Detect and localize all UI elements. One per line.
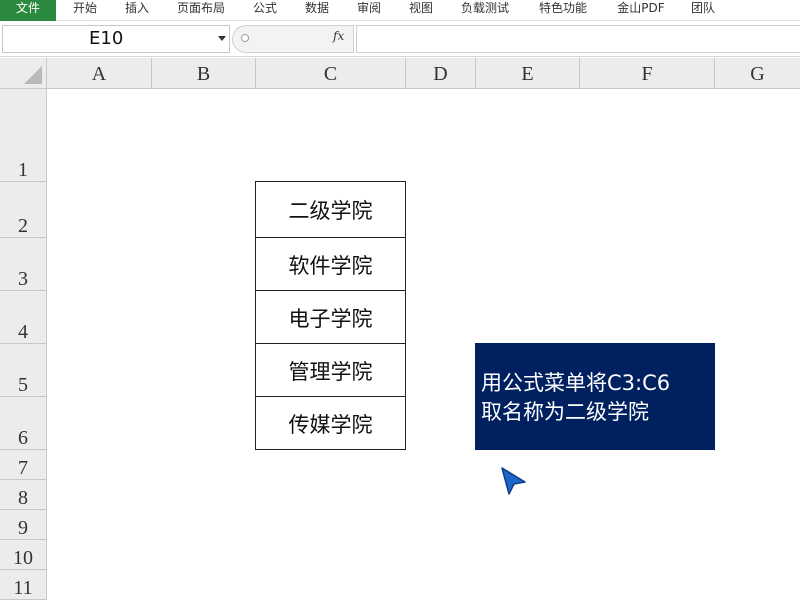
column-header-a[interactable]: A	[47, 58, 152, 89]
tab-special-features[interactable]: 特色功能	[530, 0, 596, 21]
column-header-g[interactable]: G	[715, 58, 800, 89]
row-header-label: 3	[18, 268, 28, 290]
tab-kingsoft-pdf[interactable]: 金山PDF	[608, 0, 674, 21]
name-box-dropdown-icon[interactable]	[218, 36, 226, 41]
row-header-label: 7	[18, 457, 28, 479]
row-header-label: 2	[18, 215, 28, 237]
row-header-5[interactable]: 5	[0, 344, 47, 397]
row-header-11[interactable]: 11	[0, 570, 47, 600]
tab-page-layout[interactable]: 页面布局	[168, 0, 234, 21]
row-header-4[interactable]: 4	[0, 291, 47, 344]
tab-team[interactable]: 团队	[680, 0, 726, 21]
row-header-3[interactable]: 3	[0, 238, 47, 291]
column-header-c[interactable]: C	[256, 58, 406, 89]
instruction-note: 用公式菜单将C3:C6 取名称为二级学院	[475, 343, 715, 450]
tab-view[interactable]: 视图	[398, 0, 444, 21]
formula-bar: E10 fx	[0, 21, 800, 57]
tab-review[interactable]: 审阅	[346, 0, 392, 21]
row-header-label: 1	[18, 159, 28, 181]
ribbon-tab-bar: 文件 开始 插入 页面布局 公式 数据 审阅 视图 负载测试 特色功能 金山PD…	[0, 0, 800, 21]
row-header-10[interactable]: 10	[0, 540, 47, 570]
column-header-e[interactable]: E	[476, 58, 580, 89]
column-header-f[interactable]: F	[580, 58, 715, 89]
row-header-9[interactable]: 9	[0, 510, 47, 540]
row-header-2[interactable]: 2	[0, 182, 47, 238]
row-header-label: 9	[18, 517, 28, 539]
column-header-d[interactable]: D	[406, 58, 476, 89]
tab-file[interactable]: 文件	[0, 0, 56, 21]
name-box[interactable]: E10	[2, 25, 230, 53]
select-all-button[interactable]	[0, 58, 47, 89]
row-header-label: 4	[18, 321, 28, 343]
cell-c6[interactable]: 传媒学院	[255, 396, 406, 450]
formula-controls: fx	[232, 25, 354, 53]
name-box-value: E10	[89, 28, 124, 49]
row-header-7[interactable]: 7	[0, 450, 47, 480]
column-header-b[interactable]: B	[152, 58, 256, 89]
formula-input[interactable]	[356, 25, 800, 53]
row-header-label: 11	[13, 577, 33, 599]
tab-formulas[interactable]: 公式	[242, 0, 288, 21]
tab-insert[interactable]: 插入	[114, 0, 160, 21]
cell-c2[interactable]: 二级学院	[255, 181, 406, 238]
row-header-label: 5	[18, 374, 28, 396]
cell-c4[interactable]: 电子学院	[255, 290, 406, 344]
row-header-label: 6	[18, 427, 28, 449]
insert-function-button[interactable]: fx	[333, 29, 344, 43]
row-header-1[interactable]: 1	[0, 89, 47, 182]
tab-home[interactable]: 开始	[62, 0, 108, 21]
row-header-8[interactable]: 8	[0, 480, 47, 510]
select-all-icon	[24, 66, 42, 84]
instruction-line-1: 用公式菜单将C3:C6	[481, 371, 671, 395]
resize-handle-icon[interactable]	[241, 34, 249, 42]
instruction-line-2: 取名称为二级学院	[481, 400, 649, 424]
arrow-cursor-icon	[500, 466, 528, 500]
row-header-label: 8	[18, 487, 28, 509]
cell-c5[interactable]: 管理学院	[255, 343, 406, 397]
tab-load-test[interactable]: 负载测试	[452, 0, 518, 21]
worksheet-grid: A B C D E F G 1 2 3 4 5 6 7 8 9 10 11 二级…	[0, 58, 800, 600]
row-header-label: 10	[13, 547, 33, 569]
cell-c3[interactable]: 软件学院	[255, 237, 406, 291]
row-header-6[interactable]: 6	[0, 397, 47, 450]
tab-data[interactable]: 数据	[294, 0, 340, 21]
